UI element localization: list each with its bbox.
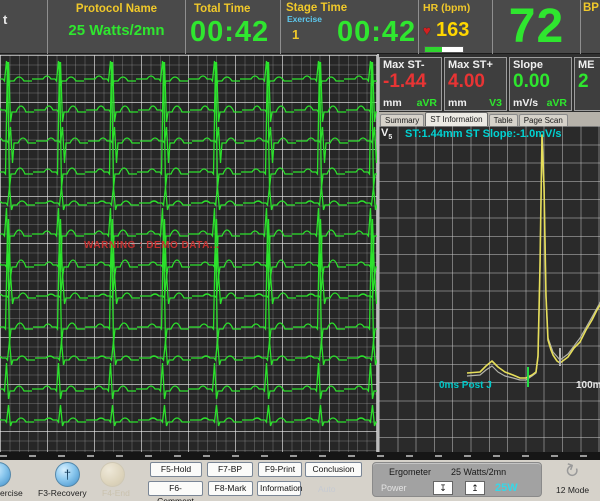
st-box-lead: aVR [417, 97, 437, 109]
ecg-waveform-area: WARNING : DEMO DATA... [0, 55, 377, 455]
total-time-value: 00:42 [190, 16, 269, 49]
power-decrease-button[interactable]: ↧ [433, 481, 453, 495]
st-box-label: Max ST- [380, 58, 441, 71]
st-box-unit: mV/s [513, 97, 538, 109]
power-value: 25W [495, 482, 518, 494]
time-annotation: 100ms [576, 380, 600, 391]
auto-disabled-text: Auto [318, 484, 336, 494]
information-button[interactable]: Information [257, 481, 301, 496]
hr-progress-fill [425, 47, 442, 52]
conclusion-button[interactable]: Conclusion [305, 462, 362, 477]
exercise-button-icon[interactable] [0, 462, 11, 487]
recovery-button-icon[interactable]: † [55, 462, 80, 487]
hr-target-value: 163 [436, 19, 469, 42]
ecg-lead-trace [0, 341, 377, 365]
tick-dashes [0, 455, 600, 457]
total-time-label: Total Time [194, 3, 250, 15]
ecg-lead-trace [0, 187, 377, 210]
chart-lead-label: V5 [381, 127, 392, 141]
stage-number: 1 [292, 27, 299, 42]
lead-mode-label[interactable]: 12 Mode [556, 485, 589, 495]
f5-hold-button[interactable]: F5-Hold [150, 462, 202, 477]
protocol-value: 25 Watts/2mn [48, 22, 185, 39]
post-j-annotation: 0ms Post J [439, 380, 492, 391]
protocol-name-label: Protocol Name [48, 3, 185, 15]
stage-time-value: 00:42 [337, 16, 416, 49]
f8-mark-button[interactable]: F8-Mark [208, 481, 253, 496]
hr-progress-bar [424, 46, 464, 53]
current-hr-value: 72 [509, 0, 564, 53]
heart-rate-section: HR (bpm) ♥ 163 [418, 0, 492, 54]
st-box-label: ME [575, 58, 600, 71]
st-box-lead: V3 [489, 97, 502, 109]
ergometer-panel: Ergometer 25 Watts/2mn Power ↧ ↥ 25W [372, 462, 542, 497]
heart-icon: ♥ [423, 23, 431, 38]
st-box-value: 4.00 [445, 71, 506, 93]
end-button-label: F4-End [102, 488, 130, 498]
ergometer-label: Ergometer [389, 467, 431, 477]
stage-time-label: Stage Time [286, 2, 347, 14]
recovery-button-label[interactable]: F3-Recovery [38, 488, 87, 498]
st-measurement-boxes: Max ST--1.44mmaVRMax ST+4.00mmV3Slope0.0… [379, 56, 600, 112]
st-box-slope: Slope0.00 mV/s aVR [509, 57, 572, 111]
stage-phase-label: Exercise [287, 14, 322, 24]
end-button-icon [100, 462, 125, 487]
ecg-traces [0, 55, 377, 455]
total-time-section: Total Time 00:42 [185, 0, 280, 54]
ecg-lead-trace [0, 363, 377, 399]
st-box-value: 2 [575, 71, 600, 93]
st-box-unit: mm [448, 97, 467, 109]
f7-bp-button[interactable]: F7-BP [207, 462, 253, 477]
reference-beat-trace [467, 138, 600, 380]
power-label: Power [381, 483, 407, 493]
ecg-lead-trace [0, 405, 377, 426]
st-box-value: 0.00 [510, 71, 571, 93]
st-box-label: Max ST+ [445, 58, 506, 71]
st-box-max-st-: Max ST--1.44 mm aVR [379, 57, 442, 111]
tab-st-information[interactable]: ST Information [425, 112, 487, 126]
average-beat-chart: V5 ST:1.44mm ST Slope:-1.0mV/s 0ms Post … [379, 126, 600, 455]
demo-data-warning: WARNING : DEMO DATA... [84, 240, 220, 251]
lead-mode-icon[interactable]: ↻ [561, 459, 582, 484]
bp-label: BP [583, 2, 599, 14]
current-beat-trace [467, 135, 600, 378]
top-bar-left-stub: t [0, 0, 47, 54]
ergometer-protocol: 25 Watts/2mn [451, 467, 506, 477]
exercise-button-label[interactable]: ercise [0, 488, 23, 498]
top-status-bar: t Protocol Name 25 Watts/2mn Total Time … [0, 0, 600, 54]
current-hr-section: 72 [492, 0, 580, 54]
f9-print-button[interactable]: F9-Print [258, 462, 302, 477]
protocol-section: Protocol Name 25 Watts/2mn [47, 0, 185, 54]
st-box-label: Slope [510, 58, 571, 71]
st-box-value: -1.44 [380, 71, 441, 93]
power-increase-button[interactable]: ↥ [465, 481, 485, 495]
st-box-unit: mm [383, 97, 402, 109]
average-beat-traces [379, 126, 600, 455]
st-box-max-st-: Max ST+4.00 mm V3 [444, 57, 507, 111]
analysis-tab-bar: SummaryST InformationTablePage Scan [379, 112, 600, 126]
hr-label: HR (bpm) [423, 2, 470, 14]
chart-st-readout: ST:1.44mm ST Slope:-1.0mV/s [405, 128, 562, 140]
st-analysis-panel: Max ST--1.44mmaVRMax ST+4.00mmV3Slope0.0… [377, 54, 600, 455]
st-box-me: ME2 [574, 57, 600, 111]
stage-time-section: Stage Time Exercise 1 00:42 [280, 0, 418, 54]
st-box-lead: aVR [547, 97, 567, 109]
bottom-control-bar: ercise † F3-Recovery F4-End F5-Hold F7-BP… [0, 460, 600, 501]
partial-corner-text: t [3, 12, 7, 27]
f6-comment-button[interactable]: F6-Comment [148, 481, 203, 496]
stress-test-app-window: t Protocol Name 25 Watts/2mn Total Time … [0, 0, 600, 501]
bp-section: BP [580, 0, 600, 54]
bottom-tick-strip [0, 452, 600, 460]
